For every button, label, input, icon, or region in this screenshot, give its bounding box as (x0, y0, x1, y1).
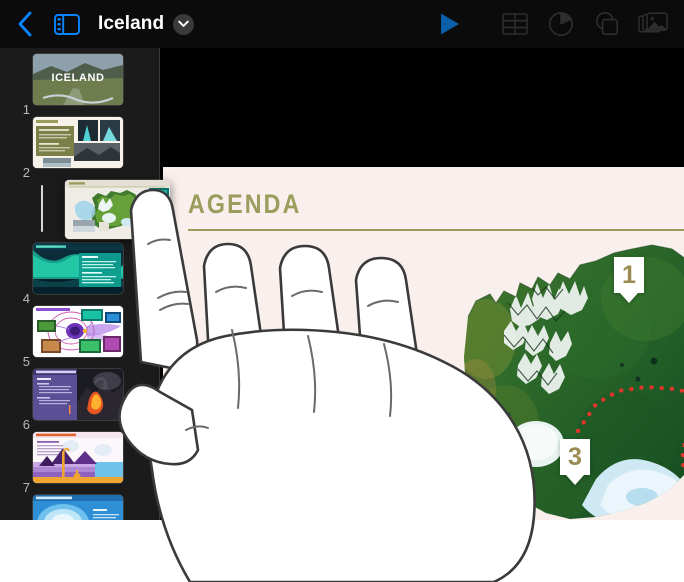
back-button[interactable] (10, 9, 40, 39)
keynote-window: Iceland AGENDA 1 3 1 ICELAND 2 4 5 6 7 (0, 0, 684, 582)
slide-6-preview (33, 369, 123, 420)
pie-chart-icon (549, 12, 573, 36)
dragged-slide-preview (65, 180, 170, 239)
slide-thumbnail[interactable] (33, 432, 123, 483)
slide-thumbnail[interactable]: ICELAND (33, 54, 123, 105)
slide-4-preview (33, 243, 123, 294)
slide-title-rule (188, 229, 684, 231)
slide-thumbnail[interactable] (33, 369, 123, 420)
slide-1-preview: ICELAND (33, 54, 123, 105)
map-marker-1-label: 1 (614, 257, 644, 293)
iceland-map[interactable]: 1 3 (446, 239, 684, 520)
list-item[interactable]: 5 (0, 306, 160, 369)
play-triangle-icon (441, 13, 459, 35)
slide-7-preview (33, 432, 123, 483)
slide-thumbnail[interactable] (33, 306, 123, 357)
slide-number: 2 (22, 165, 30, 180)
media-photos-icon (638, 12, 668, 33)
svg-text:ICELAND: ICELAND (51, 72, 104, 84)
slide-5-preview (33, 306, 123, 357)
table-grid-icon (502, 13, 528, 35)
map-marker-1[interactable]: 1 (614, 257, 644, 303)
list-item[interactable]: 8 (0, 495, 160, 520)
map-marker-3[interactable]: 3 (560, 439, 590, 485)
map-marker-3-notch (566, 475, 584, 485)
document-menu-button[interactable] (173, 13, 195, 35)
slide-2-preview (33, 117, 123, 168)
play-button[interactable] (420, 7, 480, 41)
top-toolbar: Iceland (0, 0, 684, 48)
map-marker-1-notch (620, 293, 638, 303)
slide-thumbnail[interactable] (33, 117, 123, 168)
slide-number: 5 (22, 354, 30, 369)
list-item[interactable]: 4 (0, 243, 160, 306)
slide-title: AGENDA (188, 189, 302, 219)
slide-thumbnail[interactable] (33, 495, 123, 520)
list-item[interactable]: 6 (0, 369, 160, 432)
list-item[interactable]: 2 (0, 117, 160, 180)
chevron-left-icon (18, 11, 32, 37)
insert-chart-button[interactable] (538, 7, 584, 41)
slide-number: 4 (22, 291, 30, 306)
sidebar-toggle-button[interactable] (50, 9, 84, 39)
shapes-icon (596, 12, 619, 36)
chevron-down-icon (178, 20, 189, 27)
sidebar-panel-icon (54, 13, 80, 35)
dragged-slide-thumbnail[interactable] (65, 180, 170, 239)
slide-number: 1 (22, 102, 30, 117)
document-title: Iceland (98, 13, 165, 34)
list-item[interactable]: 7 (0, 432, 160, 495)
insert-media-button[interactable] (630, 7, 676, 41)
slide-number: 7 (22, 480, 30, 495)
slide-thumbnail[interactable] (33, 243, 123, 294)
slide-canvas[interactable]: AGENDA 1 3 (160, 48, 684, 520)
toolbar-actions (420, 7, 684, 41)
slide-8-preview (33, 495, 123, 520)
insert-shape-button[interactable] (584, 7, 630, 41)
slide-navigator[interactable]: 1 ICELAND 2 4 5 6 7 (0, 48, 160, 520)
current-slide[interactable]: AGENDA 1 3 (163, 167, 684, 520)
insert-table-button[interactable] (492, 7, 538, 41)
drop-insertion-indicator (41, 185, 43, 232)
list-item[interactable]: 1 ICELAND (0, 54, 160, 117)
map-marker-3-label: 3 (560, 439, 590, 475)
page-background-bottom (0, 520, 684, 582)
slide-number: 6 (22, 417, 30, 432)
